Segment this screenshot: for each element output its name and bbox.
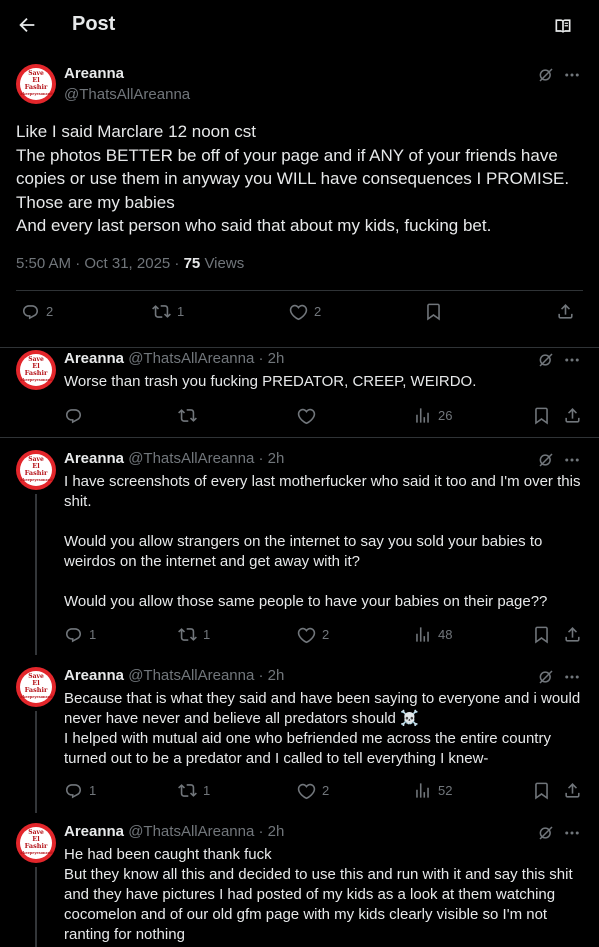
divider [16, 290, 583, 291]
reply-text: Because that is what they said and have … [64, 690, 581, 767]
post-time[interactable]: · 2h [259, 667, 285, 684]
avatar[interactable]: Save El Fashir #keepeyesonsudan [16, 823, 56, 863]
repost-button[interactable]: 1 [152, 302, 184, 321]
share-button[interactable] [563, 781, 582, 800]
views-button[interactable]: 26 [413, 406, 452, 425]
reply-icon [22, 305, 39, 320]
heart-icon [297, 783, 316, 800]
heart-icon [297, 627, 316, 644]
author-handle[interactable]: @ThatsAllAreanna [128, 823, 254, 840]
like-button[interactable]: 2 [289, 302, 321, 321]
more-icon[interactable] [563, 351, 581, 369]
reply-icon [65, 784, 82, 799]
share-button[interactable] [556, 302, 575, 321]
post-time[interactable]: · 2h [259, 823, 285, 840]
share-icon [565, 408, 580, 423]
author-handle[interactable]: @ThatsAllAreanna [128, 350, 254, 367]
bookmark-button[interactable] [424, 302, 443, 321]
reply-header: Areanna @ThatsAllAreanna · 2h [64, 350, 284, 367]
share-icon [558, 304, 573, 319]
like-button[interactable]: 2 [297, 625, 329, 644]
avatar[interactable]: Save El Fashir #keepeyesonsudan [16, 64, 56, 104]
repost-icon [178, 784, 197, 797]
reply-header: Areanna @ThatsAllAreanna · 2h [64, 823, 284, 840]
analytics-icon [416, 783, 429, 798]
view-count: 75 [183, 255, 201, 272]
post-text: Like I said Marclare 12 noon cst The pho… [16, 122, 570, 235]
bookmark-icon [535, 782, 548, 800]
reply-actions: 1 1 2 52 [0, 781, 599, 801]
reply-text: I have screenshots of every last motherf… [64, 473, 585, 610]
repost-button[interactable] [178, 406, 203, 425]
bookmark-button[interactable] [532, 625, 551, 644]
share-button[interactable] [563, 625, 582, 644]
thread-line [35, 867, 37, 947]
post-time[interactable]: · 2h [259, 350, 285, 367]
avatar[interactable]: Save El Fashir #keepeyesonsudan [16, 350, 56, 390]
avatar[interactable]: Save El Fashir #keepeyesonsudan [16, 450, 56, 490]
grok-icon[interactable] [537, 351, 555, 369]
bookmark-button[interactable] [532, 781, 551, 800]
bookmark-button[interactable] [532, 406, 551, 425]
bookmark-icon [535, 626, 548, 644]
bookmark-icon [427, 303, 440, 321]
reply-header: Areanna @ThatsAllAreanna · 2h [64, 667, 284, 684]
reply-icon [65, 628, 82, 643]
more-icon[interactable] [563, 451, 581, 469]
heart-icon [297, 408, 316, 425]
repost-button[interactable]: 1 [178, 781, 210, 800]
bookmark-icon [535, 407, 548, 425]
reply-button[interactable]: 1 [64, 781, 96, 800]
analytics-icon [416, 408, 429, 423]
analytics-icon [416, 627, 429, 642]
views-button[interactable]: 52 [413, 781, 452, 800]
author-handle[interactable]: @ThatsAllAreanna [64, 86, 190, 103]
reply-actions: 26 [0, 406, 599, 426]
views-button[interactable]: 48 [413, 625, 452, 644]
more-icon[interactable] [563, 668, 581, 686]
more-icon[interactable] [563, 824, 581, 842]
author-name[interactable]: Areanna [64, 65, 124, 82]
reply-header: Areanna @ThatsAllAreanna · 2h [64, 450, 284, 467]
avatar[interactable]: Save El Fashir #keepeyesonsudan [16, 667, 56, 707]
repost-icon [178, 409, 197, 422]
share-button[interactable] [563, 406, 582, 425]
share-icon [565, 627, 580, 642]
reply-button[interactable]: 2 [21, 302, 53, 321]
reply-text: He had been caught thank fuck But they k… [64, 846, 573, 943]
reply-post[interactable]: Save El Fashir #keepeyesonsudan Areanna @T… [0, 338, 599, 438]
post-timestamp: 5:50 AM · Oct 31, 2025 · 75 Views [16, 255, 245, 272]
grok-icon[interactable] [537, 66, 555, 84]
repost-icon [178, 628, 197, 641]
grok-icon[interactable] [537, 451, 555, 469]
author-handle[interactable]: @ThatsAllAreanna [128, 450, 254, 467]
grok-icon[interactable] [537, 668, 555, 686]
like-button[interactable]: 2 [297, 781, 329, 800]
author-name[interactable]: Areanna [64, 350, 124, 367]
reply-post[interactable]: Save El Fashir #keepeyesonsudan Areanna @T… [0, 811, 599, 947]
reply-text: Worse than trash you fucking PREDATOR, C… [64, 373, 477, 390]
author-name[interactable]: Areanna [64, 450, 124, 467]
repost-button[interactable]: 1 [178, 625, 210, 644]
post-time[interactable]: · 2h [259, 450, 285, 467]
post-actions: 2 1 2 [0, 302, 599, 328]
author-name[interactable]: Areanna [64, 667, 124, 684]
author-name[interactable]: Areanna [64, 823, 124, 840]
grok-icon[interactable] [537, 824, 555, 842]
repost-icon [152, 305, 171, 318]
reply-icon [65, 409, 82, 424]
reply-post[interactable]: Save El Fashir #keepeyesonsudan Areanna @T… [0, 438, 599, 655]
share-icon [565, 783, 580, 798]
reply-button[interactable]: 1 [64, 625, 96, 644]
author-handle[interactable]: @ThatsAllAreanna [128, 667, 254, 684]
like-button[interactable] [297, 406, 322, 425]
reply-actions: 1 1 2 48 [0, 625, 599, 645]
more-icon[interactable] [563, 66, 581, 84]
reply-button[interactable] [64, 406, 89, 425]
heart-icon [289, 304, 308, 321]
main-post: Save El Fashir #keepeyesonsudan Areanna @T… [0, 0, 599, 348]
reply-post[interactable]: Save El Fashir #keepeyesonsudan Areanna @T… [0, 655, 599, 813]
